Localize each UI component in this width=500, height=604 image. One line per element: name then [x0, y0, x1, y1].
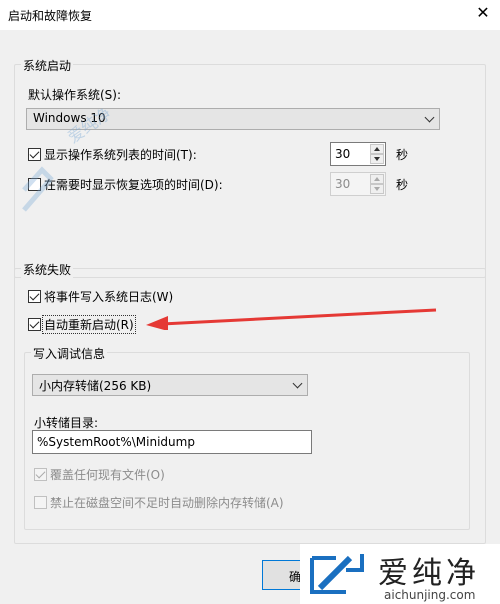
- show-list-spinner[interactable]: 30: [330, 142, 386, 166]
- show-list-value: 30: [335, 147, 351, 161]
- ok-button[interactable]: 确: [262, 560, 302, 590]
- title-bar: 启动和故障恢复 ✕: [0, 0, 500, 30]
- write-event-checkbox[interactable]: [28, 290, 41, 303]
- debug-info-legend: 写入调试信息: [31, 345, 108, 362]
- show-recovery-spinner[interactable]: 30: [330, 172, 386, 196]
- spin-down-button[interactable]: [370, 184, 384, 194]
- faint-watermark: [20, 120, 60, 223]
- watermark-logo-icon: [22, 166, 54, 212]
- dump-type-select[interactable]: 小内存转储(256 KB): [32, 374, 308, 396]
- annotation-arrow-icon: [146, 308, 437, 330]
- auto-restart-checkbox[interactable]: [28, 318, 41, 331]
- disable-auto-delete-label: 禁止在磁盘空间不足时自动删除内存转储(A): [50, 496, 284, 510]
- show-recovery-unit: 秒: [396, 178, 409, 192]
- disable-auto-delete-checkbox[interactable]: [34, 496, 47, 509]
- dump-dir-label: 小转储目录:: [34, 416, 99, 430]
- system-startup-legend: 系统启动: [21, 57, 74, 74]
- brand-url: aichunjing.com: [384, 588, 476, 602]
- show-recovery-value: 30: [335, 177, 351, 191]
- overwrite-label: 覆盖任何现有文件(O): [50, 468, 165, 482]
- overwrite-checkbox[interactable]: [34, 468, 47, 481]
- chevron-down-icon: [292, 378, 303, 389]
- default-os-label: 默认操作系统(S):: [28, 88, 122, 102]
- show-list-unit: 秒: [396, 148, 409, 162]
- chevron-down-icon: [424, 112, 435, 123]
- close-button[interactable]: ✕: [466, 0, 500, 28]
- dump-type-value: 小内存转储(256 KB): [39, 379, 152, 393]
- show-list-label: 显示操作系统列表的时间(T):: [44, 148, 197, 162]
- watermark-brand: 爱纯净 aichunjing.com: [300, 544, 500, 604]
- spin-down-button[interactable]: [370, 154, 384, 164]
- auto-restart-label: 自动重新启动(R): [42, 315, 136, 334]
- window-title: 启动和故障恢复: [8, 9, 93, 23]
- spin-up-button[interactable]: [370, 144, 384, 154]
- brand-name: 爱纯净: [378, 556, 480, 591]
- system-failure-legend: 系统失败: [21, 261, 74, 278]
- dump-dir-input[interactable]: %SystemRoot%\Minidump: [32, 430, 312, 454]
- spin-up-button[interactable]: [370, 174, 384, 184]
- show-recovery-label: 在需要时显示恢复选项的时间(D):: [44, 178, 223, 192]
- brand-logo-icon: [310, 554, 364, 594]
- dump-dir-value: %SystemRoot%\Minidump: [37, 435, 195, 449]
